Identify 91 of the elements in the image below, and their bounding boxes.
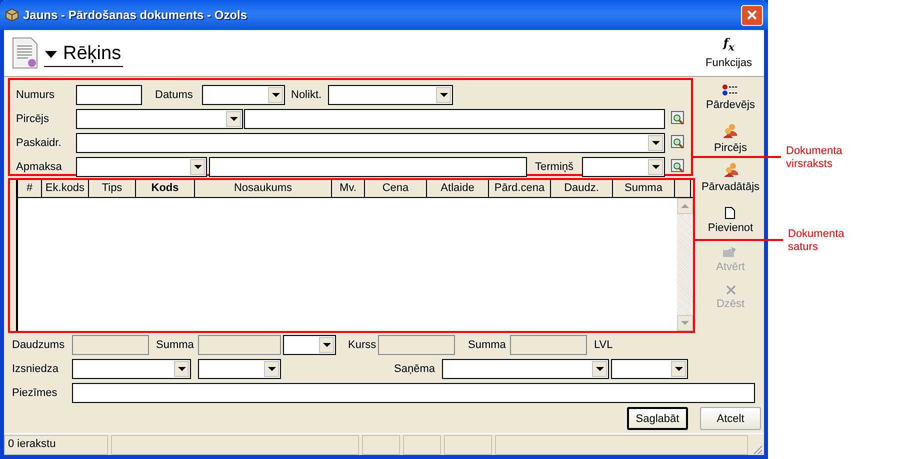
toolbar-button[interactable]: Pievienot <box>708 207 754 246</box>
dropdown-button[interactable] <box>190 159 205 175</box>
issued-by-combo[interactable] <box>72 359 191 379</box>
date-combo[interactable] <box>202 85 285 105</box>
annotation: Dokumenta virsraksts <box>786 145 844 171</box>
buyer-combo[interactable] <box>76 109 243 129</box>
document-type-dropdown[interactable]: Rēķins <box>44 43 124 67</box>
notes-field[interactable] <box>72 383 755 403</box>
payment-field[interactable] <box>209 157 527 177</box>
window-title: Jauns - Pārdošanas dokuments - Ozols <box>23 8 248 22</box>
delete-icon <box>726 285 736 295</box>
column-header[interactable]: Summa <box>613 180 675 197</box>
status-panel <box>403 435 441 455</box>
dropdown-button[interactable] <box>264 361 279 377</box>
dropdown-button[interactable] <box>671 361 686 377</box>
buyer-name-field[interactable] <box>244 109 665 129</box>
toolbar-label: Atvērt <box>716 261 745 273</box>
search-button[interactable] <box>671 159 687 175</box>
function-symbol: f$_{x}$ <box>723 36 734 54</box>
folder-icon <box>722 246 738 258</box>
document-icon <box>12 37 38 69</box>
term-combo[interactable] <box>582 157 665 177</box>
column-header[interactable]: Pārd.cena <box>489 180 551 197</box>
close-icon <box>746 9 758 21</box>
toolbar-button[interactable]: Pārdevējs <box>706 84 755 123</box>
close-button[interactable] <box>741 4 763 26</box>
dropdown-button[interactable] <box>436 87 451 103</box>
page-icon <box>725 207 736 219</box>
dropdown-button[interactable] <box>592 361 607 377</box>
button-label: Funkcijas <box>706 57 752 70</box>
field-label: Summa <box>468 339 507 351</box>
dropdown-button[interactable] <box>648 159 663 175</box>
currency-label: LVL <box>594 339 613 351</box>
toolbar-label: Dzēst <box>716 298 745 310</box>
resize-grip-icon <box>751 443 763 455</box>
explanation-combo[interactable] <box>76 133 665 153</box>
dialog-button[interactable]: Atcelt <box>700 407 761 430</box>
search-button[interactable] <box>671 111 687 127</box>
field-label: Daudzums <box>12 339 66 351</box>
toolbar-label: Pievienot <box>708 222 754 234</box>
toolbar-label: Pārvadātājs <box>701 181 760 193</box>
field-label: Saņēma <box>394 363 436 375</box>
functions-button[interactable]: f$_{x}$ Funkcijas <box>706 36 752 70</box>
received-by-combo[interactable] <box>442 359 609 379</box>
annotation: Dokumenta saturs <box>788 228 846 254</box>
field-label: Paskaidr. <box>16 137 62 149</box>
field-label: Piezīmes <box>12 387 58 399</box>
status-panel <box>362 435 400 455</box>
field-label: Summa <box>156 339 195 351</box>
field-label: Datums <box>155 89 194 101</box>
column-header[interactable]: # <box>18 180 42 197</box>
field-label: Nolikt. <box>291 89 323 101</box>
column-header[interactable]: Tips <box>89 180 136 197</box>
field-label: Pircējs <box>16 113 50 125</box>
received-date-combo[interactable] <box>611 359 688 379</box>
status-text: 0 ierakstu <box>4 435 108 455</box>
column-header[interactable]: Atlaide <box>427 180 489 197</box>
dropdown-button[interactable] <box>226 111 241 127</box>
toolbar-button[interactable]: Pircējs <box>714 123 747 162</box>
people-icon <box>722 162 738 178</box>
dialog-button[interactable]: Saglabāt <box>627 407 688 430</box>
currency-combo[interactable] <box>283 335 336 355</box>
column-header[interactable]: Mv. <box>332 180 365 197</box>
field-label: Apmaksa <box>16 161 63 173</box>
column-header[interactable]: Cena <box>365 180 427 197</box>
search-button[interactable] <box>671 135 687 151</box>
field-label: Izsniedza <box>12 363 60 375</box>
field-label: Numurs <box>16 89 56 101</box>
status-panel <box>444 435 492 455</box>
dropdown-button[interactable] <box>648 135 663 151</box>
document-type: Rēķins <box>63 43 122 65</box>
payment-combo[interactable] <box>76 157 207 177</box>
field-label: Kurss <box>348 339 378 351</box>
column-header[interactable]: Nosaukums <box>195 180 332 197</box>
toolbar-label: Pārdevējs <box>706 99 755 111</box>
toolbar-label: Pircējs <box>714 142 747 154</box>
list-icon <box>722 84 738 96</box>
box-icon <box>5 8 19 22</box>
dropdown-button[interactable] <box>319 337 334 353</box>
dropdown-button[interactable] <box>268 87 283 103</box>
column-header[interactable]: Daudz. <box>551 180 613 197</box>
toolbar-button[interactable]: Pārvadātājs <box>701 162 760 201</box>
warehouse-combo[interactable] <box>328 85 453 105</box>
people-icon <box>722 123 738 139</box>
issued-date-combo[interactable] <box>198 359 281 379</box>
field-label: Termiņš <box>535 161 575 173</box>
dropdown-button[interactable] <box>174 361 189 377</box>
column-header[interactable]: Kods <box>136 180 195 197</box>
caret-icon <box>45 50 57 58</box>
number-field[interactable] <box>76 85 142 105</box>
column-header[interactable]: Ek.kods <box>42 180 89 197</box>
